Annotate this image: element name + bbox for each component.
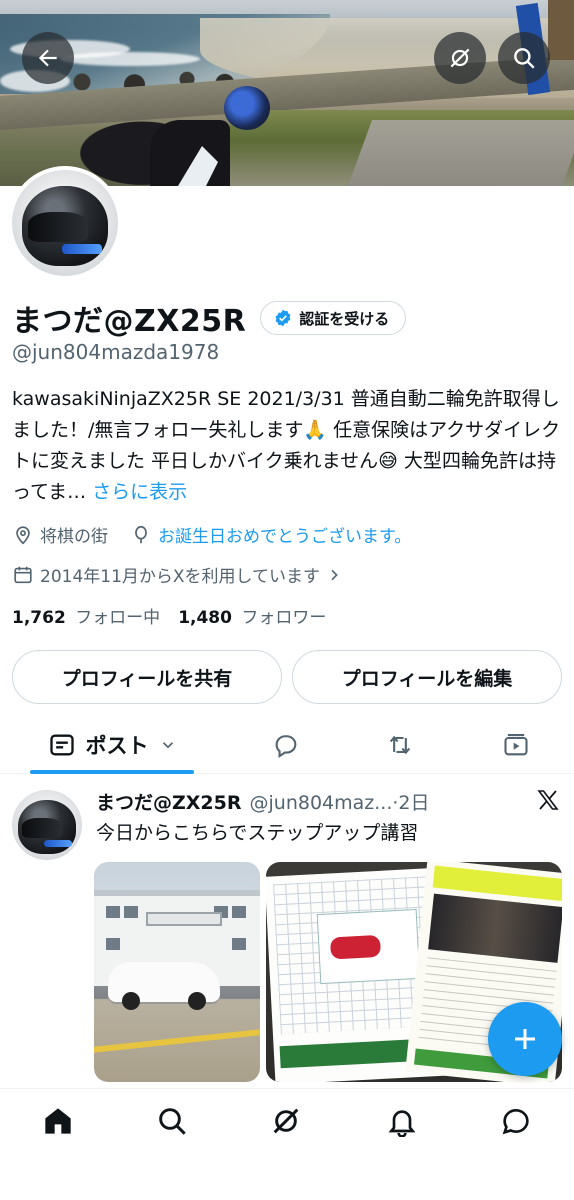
nav-grok[interactable] xyxy=(270,1105,306,1141)
tab-posts-label: ポスト xyxy=(85,734,149,758)
avatar-helmet-photo xyxy=(12,170,118,276)
video-icon xyxy=(504,734,528,756)
back-button[interactable] xyxy=(22,32,74,84)
location-text: 将棋の街 xyxy=(40,527,108,547)
nav-notifications[interactable] xyxy=(386,1105,422,1141)
helmet-visor xyxy=(22,818,62,838)
search-icon xyxy=(159,1108,186,1135)
tweet-avatar[interactable] xyxy=(12,790,82,860)
get-verified-button[interactable]: 認証を受ける xyxy=(260,301,407,335)
profile-banner[interactable] xyxy=(0,0,574,186)
photo-window xyxy=(232,906,246,918)
profile-joined-row[interactable]: 2014年11月からXを利用しています xyxy=(12,562,348,587)
tweet-handle-time: @jun804maz...·2日 xyxy=(249,792,430,814)
chevron-right-icon xyxy=(331,569,338,580)
photo-window xyxy=(106,906,120,918)
following-count: 1,762 xyxy=(12,608,66,628)
nav-messages[interactable] xyxy=(500,1105,536,1141)
document-bike-image xyxy=(329,934,382,960)
tab-reposts[interactable] xyxy=(380,716,420,774)
grok-icon xyxy=(450,48,470,68)
photo-car xyxy=(108,962,220,1010)
profile-handle: @jun804mazda1978 xyxy=(12,340,220,364)
follow-stats: 1,762 フォロー中 1,480 フォロワー xyxy=(12,603,326,628)
photo-window xyxy=(232,938,246,950)
active-tab-indicator xyxy=(30,770,194,774)
arrow-left-icon xyxy=(38,49,57,67)
tweet-photo-school-building[interactable] xyxy=(94,862,260,1082)
profile-bio: kawasakiNinjaZX25R SE 2021/3/31 普通自動二輪免許… xyxy=(12,384,564,508)
followers-count: 1,480 xyxy=(178,608,232,628)
car-wheel xyxy=(188,992,206,1010)
joined-text: 2014年11月からXを利用しています xyxy=(40,567,321,587)
tweet-header: まつだ@ZX25R @jun804maz...·2日 xyxy=(96,788,430,815)
display-name: まつだ@ZX25R xyxy=(12,304,247,339)
location-icon xyxy=(16,525,30,544)
photo-window xyxy=(106,938,120,950)
verified-badge-icon xyxy=(275,309,291,327)
photo-window xyxy=(124,906,138,918)
balloon-icon xyxy=(135,525,147,543)
photo-school-sign xyxy=(146,912,222,926)
helmet-shape xyxy=(22,186,108,266)
tab-replies[interactable] xyxy=(266,716,306,774)
tab-media[interactable] xyxy=(496,716,536,774)
helmet-stripe xyxy=(62,244,102,254)
banner-road xyxy=(347,120,574,186)
profile-name-row: まつだ@ZX25R 認証を受ける xyxy=(12,296,407,340)
show-more-link[interactable]: さらに表示 xyxy=(92,481,187,503)
tweet-text: 今日からこちらでステップアップ講習 xyxy=(96,822,419,844)
grok-icon xyxy=(273,1108,299,1134)
x-logo-icon[interactable] xyxy=(536,788,560,812)
profile-meta-row: 将棋の街 お誕生日おめでとうございます。 xyxy=(12,522,411,547)
helmet-shape xyxy=(18,800,76,854)
posts-icon xyxy=(49,734,74,756)
compose-post-button[interactable] xyxy=(488,1002,562,1076)
banner-wave xyxy=(60,52,200,66)
notifications-icon xyxy=(388,1110,416,1138)
calendar-icon xyxy=(14,566,32,583)
birthday-text[interactable]: お誕生日おめでとうございます。 xyxy=(158,522,411,547)
following-label: フォロー中 xyxy=(75,608,161,628)
plus-icon xyxy=(515,1029,535,1049)
tab-posts[interactable]: ポスト xyxy=(30,716,194,774)
followers-link[interactable]: 1,480 フォロワー xyxy=(178,603,326,628)
chevron-down-icon xyxy=(162,742,173,749)
following-link[interactable]: 1,762 フォロー中 xyxy=(12,603,160,628)
photo-road-line xyxy=(94,1029,260,1053)
helmet-visor xyxy=(28,212,88,242)
repost-icon xyxy=(389,735,411,755)
reply-icon xyxy=(275,735,297,759)
banner-post xyxy=(548,0,574,60)
tweet-author-name[interactable]: まつだ@ZX25R xyxy=(96,788,242,815)
search-button[interactable] xyxy=(498,32,550,84)
followers-label: フォロワー xyxy=(241,608,327,628)
share-profile-button[interactable]: プロフィールを共有 xyxy=(12,650,282,704)
car-wheel xyxy=(122,992,140,1010)
banner-helmet xyxy=(224,86,270,130)
messages-icon xyxy=(502,1108,529,1135)
bottom-navigation xyxy=(0,1088,574,1200)
helmet-stripe xyxy=(44,840,72,847)
flyer-image xyxy=(428,893,562,963)
nav-search[interactable] xyxy=(156,1105,192,1141)
profile-tabs: ポスト xyxy=(0,716,574,774)
edit-profile-button[interactable]: プロフィールを編集 xyxy=(292,650,562,704)
profile-avatar[interactable] xyxy=(8,166,122,280)
grok-button[interactable] xyxy=(434,32,486,84)
nav-home[interactable] xyxy=(42,1105,78,1141)
get-verified-label: 認証を受ける xyxy=(299,309,390,328)
search-icon xyxy=(514,48,535,69)
home-icon xyxy=(45,1108,71,1134)
